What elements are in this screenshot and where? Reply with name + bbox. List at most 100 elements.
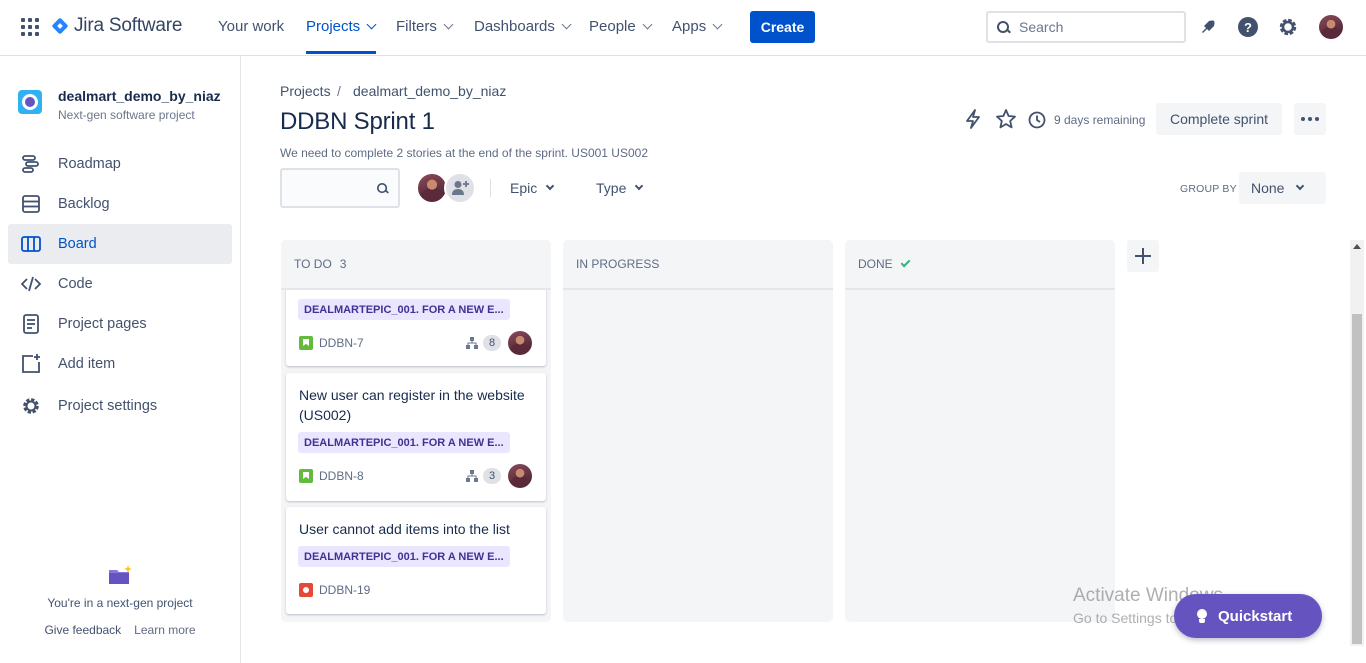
add-people-button[interactable] bbox=[444, 172, 476, 204]
project-sidebar: dealmart_demo_by_niaz Next-gen software … bbox=[0, 56, 241, 663]
board-scrollbar[interactable] bbox=[1350, 240, 1364, 646]
issue-key[interactable]: DDBN-7 bbox=[319, 336, 364, 350]
add-column-button[interactable] bbox=[1127, 240, 1159, 272]
nav-label: Projects bbox=[306, 18, 361, 35]
type-filter-dropdown[interactable]: Type bbox=[596, 180, 644, 196]
nav-people[interactable]: People bbox=[589, 18, 653, 35]
assignee-avatar[interactable] bbox=[508, 331, 532, 355]
issue-footer: DDBN-8 bbox=[299, 469, 364, 483]
subtask-icon bbox=[466, 470, 478, 482]
profile-avatar[interactable] bbox=[1319, 15, 1343, 39]
story-icon bbox=[299, 469, 313, 483]
subtask-icon bbox=[466, 337, 478, 349]
chevron-down-icon bbox=[561, 19, 572, 30]
nav-label: Apps bbox=[672, 18, 707, 35]
sidebar-item-backlog[interactable]: Backlog bbox=[8, 184, 232, 224]
complete-sprint-button[interactable]: Complete sprint bbox=[1156, 103, 1282, 135]
product-name: Jira Software bbox=[74, 15, 183, 36]
quickstart-button[interactable]: Quickstart bbox=[1174, 594, 1322, 638]
nav-projects[interactable]: Projects bbox=[306, 18, 377, 35]
top-navigation: Jira Software Your work Projects Filters… bbox=[0, 0, 1366, 56]
issue-card[interactable]: New user can register in the website (US… bbox=[286, 373, 546, 501]
help-icon[interactable]: ? bbox=[1237, 16, 1259, 38]
jira-logo[interactable]: Jira Software bbox=[51, 15, 182, 37]
board-search-input[interactable] bbox=[290, 180, 376, 196]
column-title: DONE bbox=[858, 257, 893, 271]
svg-text:?: ? bbox=[1244, 20, 1252, 35]
nav-dashboards[interactable]: Dashboards bbox=[474, 18, 572, 35]
column-title: IN PROGRESS bbox=[576, 257, 660, 271]
code-icon bbox=[20, 273, 42, 295]
epic-lozenge[interactable]: DEALMARTEPIC_001. FOR A NEW E... bbox=[298, 546, 510, 567]
column-header-todo: TO DO 3 bbox=[281, 240, 551, 290]
issue-card[interactable]: User cannot add items into the list DEAL… bbox=[286, 507, 546, 614]
epic-filter-dropdown[interactable]: Epic bbox=[510, 180, 555, 196]
add-item-icon bbox=[20, 353, 42, 375]
give-feedback-link[interactable]: Give feedback bbox=[44, 623, 121, 637]
board-icon bbox=[20, 233, 42, 255]
sidebar-item-add-item[interactable]: Add item bbox=[8, 344, 232, 384]
project-name[interactable]: dealmart_demo_by_niaz bbox=[58, 88, 221, 104]
star-icon[interactable] bbox=[995, 108, 1017, 130]
group-by-select[interactable]: None bbox=[1239, 172, 1326, 204]
more-dot bbox=[1308, 117, 1312, 121]
create-button[interactable]: Create bbox=[750, 11, 815, 43]
issue-summary: User cannot add items into the list bbox=[299, 521, 510, 537]
board-search[interactable] bbox=[280, 168, 400, 208]
group-by-value: None bbox=[1251, 180, 1285, 196]
assignee-avatar[interactable] bbox=[508, 464, 532, 488]
chevron-down-icon bbox=[712, 19, 723, 30]
clock-icon bbox=[1028, 111, 1046, 129]
nav-label: Dashboards bbox=[474, 18, 555, 35]
roadmap-icon bbox=[20, 153, 42, 175]
nav-apps[interactable]: Apps bbox=[672, 18, 723, 35]
pages-icon bbox=[20, 313, 42, 335]
chevron-down-icon bbox=[635, 181, 644, 191]
column-todo: TO DO 3 DEALMARTEPIC_001. FOR A NEW E...… bbox=[281, 240, 551, 622]
issue-key[interactable]: DDBN-8 bbox=[319, 469, 364, 483]
sidebar-item-roadmap[interactable]: Roadmap bbox=[8, 144, 232, 184]
sidebar-item-board[interactable]: Board bbox=[8, 224, 232, 264]
type-filter-label: Type bbox=[596, 180, 627, 196]
learn-more-link[interactable]: Learn more bbox=[134, 623, 195, 637]
page-title: DDBN Sprint 1 bbox=[280, 108, 435, 135]
sidebar-item-label: Backlog bbox=[58, 196, 110, 212]
column-done: DONE bbox=[845, 240, 1115, 622]
more-dot bbox=[1301, 117, 1305, 121]
sprint-goal: We need to complete 2 stories at the end… bbox=[280, 146, 648, 160]
nav-filters[interactable]: Filters bbox=[396, 18, 454, 35]
sidebar-item-code[interactable]: Code bbox=[8, 264, 232, 304]
settings-icon[interactable] bbox=[1277, 16, 1299, 38]
breadcrumb-project[interactable]: dealmart_demo_by_niaz bbox=[353, 83, 506, 99]
sidebar-item-label: Code bbox=[58, 276, 93, 292]
more-actions-button[interactable] bbox=[1294, 103, 1326, 135]
project-avatar-icon bbox=[18, 90, 42, 114]
epic-lozenge[interactable]: DEALMARTEPIC_001. FOR A NEW E... bbox=[298, 432, 510, 453]
sidebar-item-project-pages[interactable]: Project pages bbox=[8, 304, 232, 344]
scrollbar-thumb[interactable] bbox=[1352, 314, 1362, 644]
sidebar-item-project-settings[interactable]: Project settings bbox=[8, 386, 232, 426]
story-icon bbox=[299, 336, 313, 350]
global-search[interactable] bbox=[986, 11, 1186, 43]
settings-icon bbox=[20, 395, 42, 417]
nav-label: Filters bbox=[396, 18, 437, 35]
column-header-done: DONE bbox=[845, 240, 1115, 290]
nav-your-work[interactable]: Your work bbox=[218, 18, 284, 35]
breadcrumb-projects[interactable]: Projects bbox=[280, 83, 331, 99]
epic-lozenge[interactable]: DEALMARTEPIC_001. FOR A NEW E... bbox=[298, 299, 510, 320]
epic-filter-label: Epic bbox=[510, 180, 538, 196]
sidebar-item-label: Add item bbox=[58, 356, 116, 372]
chevron-down-icon bbox=[1296, 181, 1305, 191]
scroll-up-arrow-icon[interactable] bbox=[1353, 244, 1361, 249]
search-input[interactable] bbox=[1019, 19, 1179, 35]
automation-lightning-icon[interactable] bbox=[962, 108, 984, 130]
jira-logo-icon bbox=[51, 17, 69, 35]
notifications-icon[interactable] bbox=[1197, 16, 1219, 38]
column-header-in-progress: IN PROGRESS bbox=[563, 240, 833, 290]
column-title: TO DO bbox=[294, 257, 332, 271]
breadcrumb-separator: / bbox=[337, 83, 341, 99]
group-by-label: GROUP BY bbox=[1180, 183, 1237, 195]
apps-grid-icon[interactable] bbox=[21, 18, 39, 36]
issue-key[interactable]: DDBN-19 bbox=[319, 583, 370, 597]
chevron-down-icon bbox=[545, 181, 555, 191]
